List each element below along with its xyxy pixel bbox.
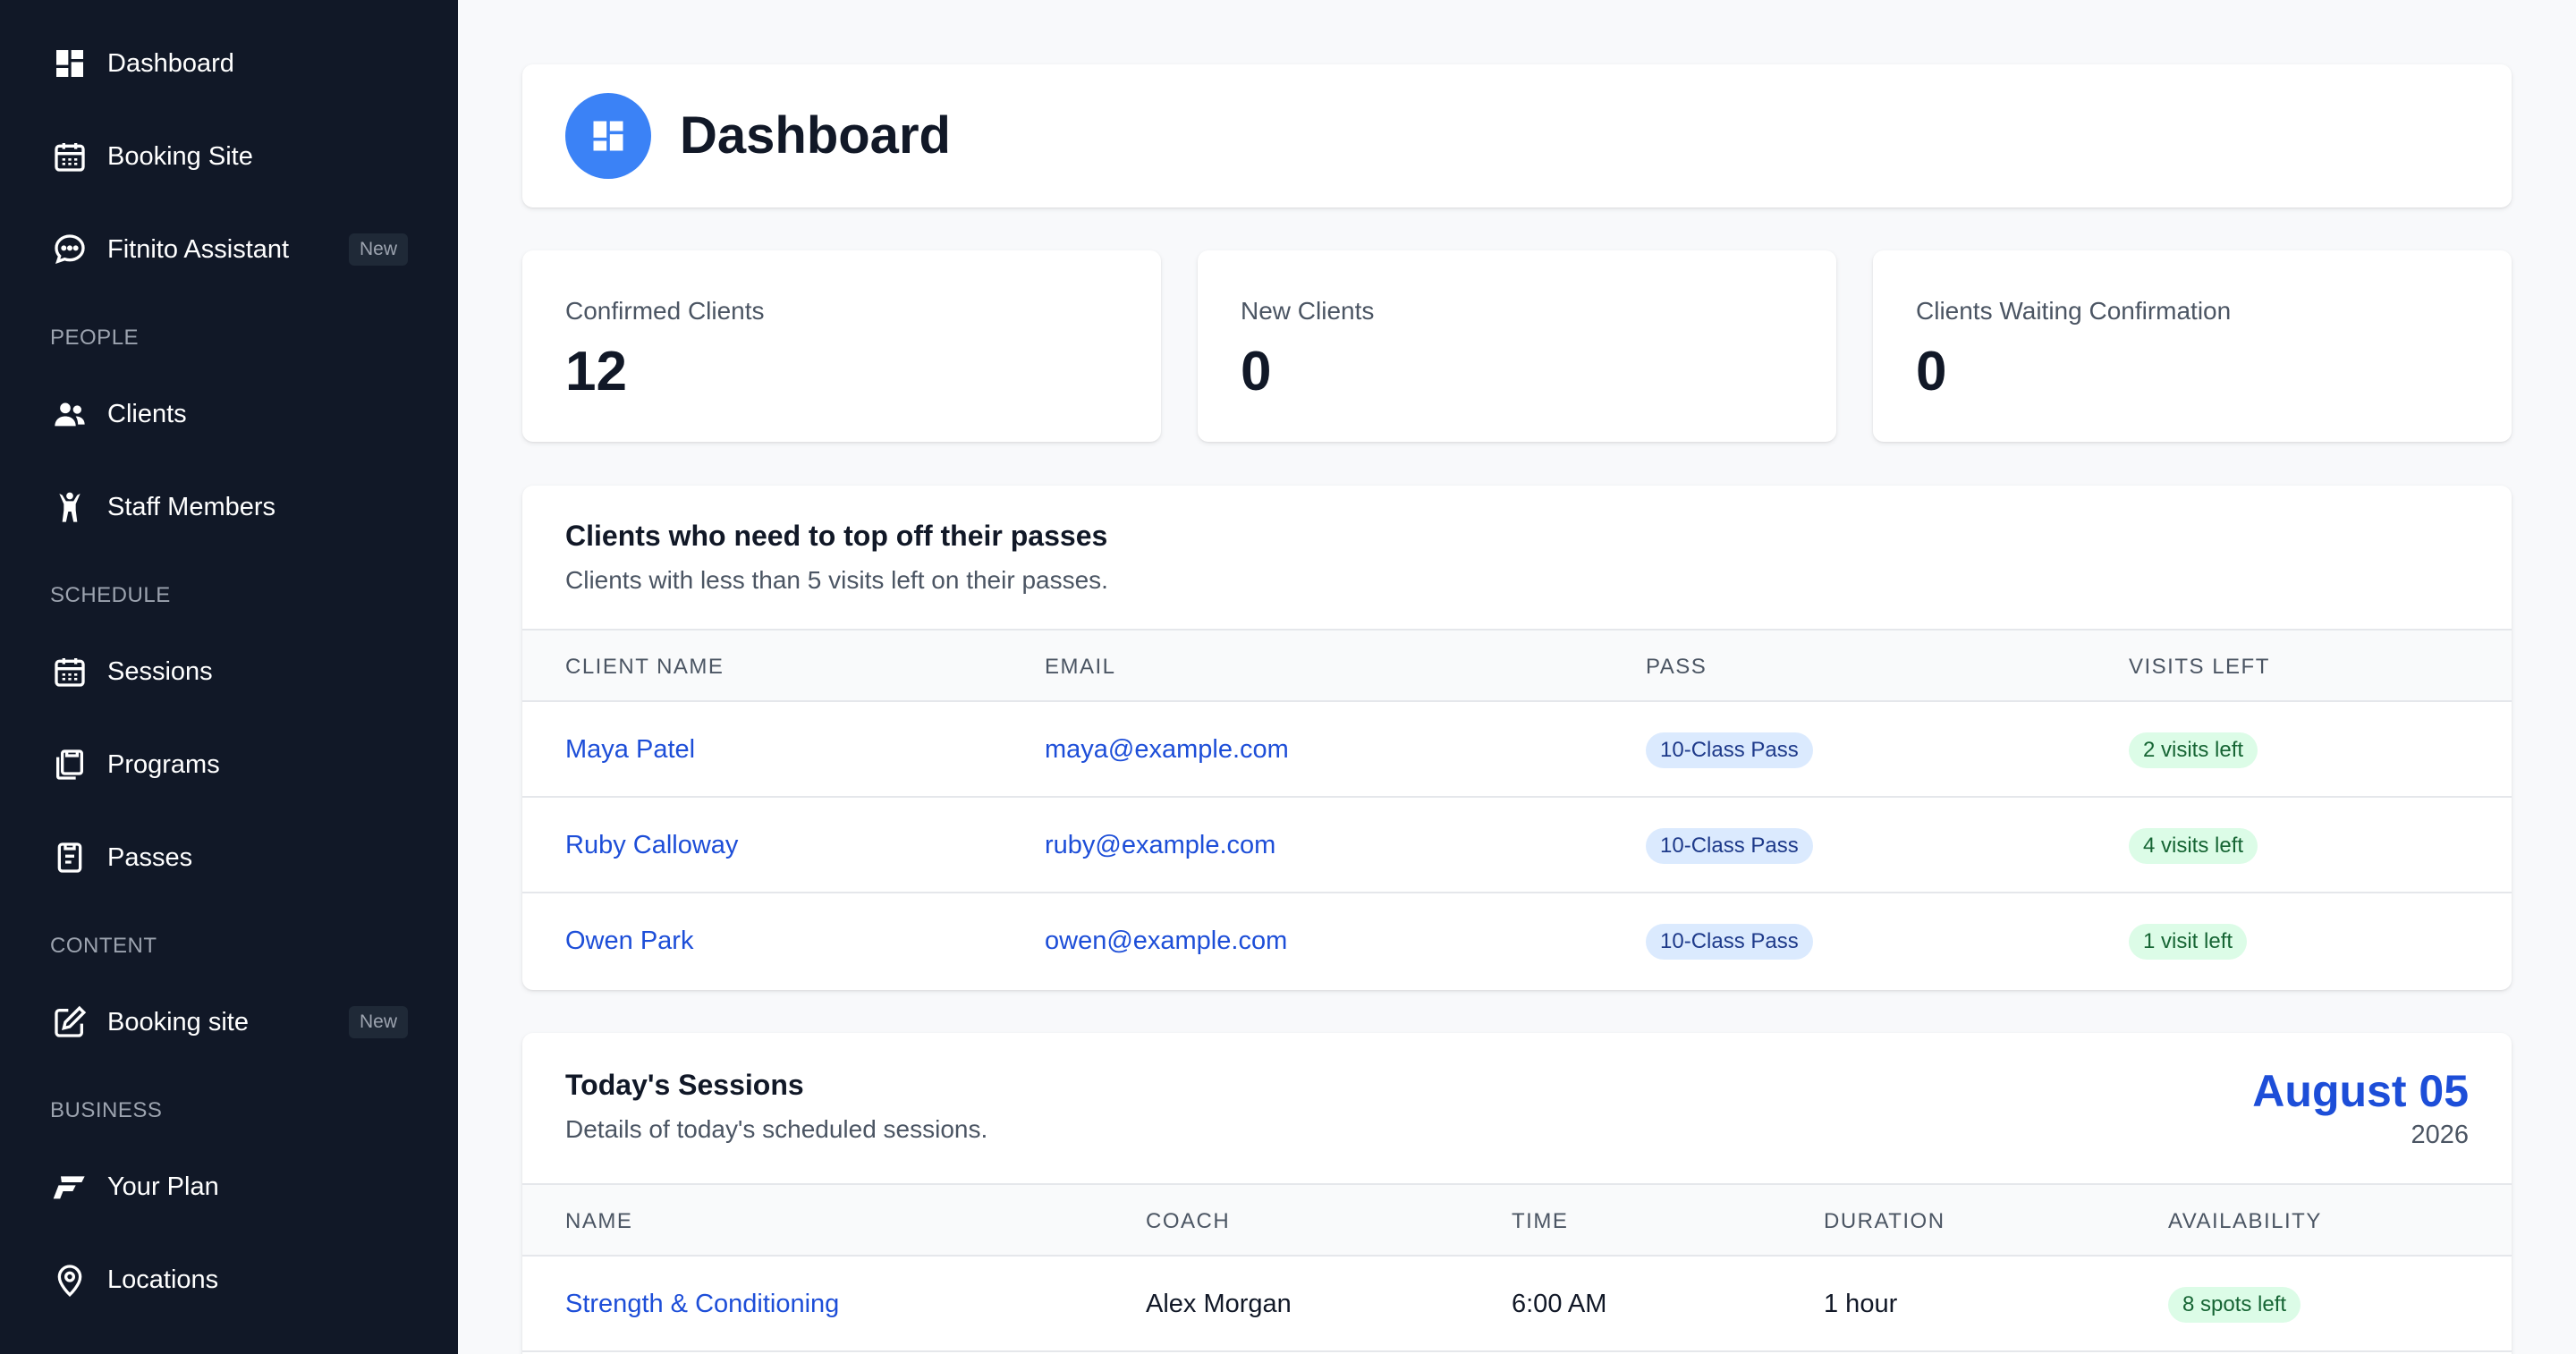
- page-title: Dashboard: [680, 106, 951, 165]
- stat-label: Clients Waiting Confirmation: [1916, 297, 2232, 325]
- edit-icon: [50, 1003, 89, 1042]
- pass-badge: 10-Class Pass: [1646, 827, 1813, 864]
- session-time: 6:00 AM: [1512, 1290, 1607, 1318]
- session-duration: 1 hour: [1824, 1290, 1898, 1318]
- pass-icon: [50, 838, 89, 877]
- session-name-link[interactable]: Strength & Conditioning: [565, 1290, 839, 1319]
- calendar-icon: [50, 137, 89, 176]
- sidebar-item-label: Sessions: [107, 656, 213, 686]
- client-email-link[interactable]: owen@example.com: [1045, 927, 1287, 956]
- sidebar-item-label: Passes: [107, 842, 193, 872]
- section-label-content: CONTENT: [50, 934, 157, 958]
- sidebar-item-fitnito-assistant[interactable]: Fitnito Assistant New: [0, 223, 458, 276]
- section-subtitle: Details of today's scheduled sessions.: [565, 1115, 988, 1143]
- sidebar-item-clients[interactable]: Clients: [0, 387, 458, 441]
- person-icon: [50, 487, 89, 527]
- sidebar-item-dashboard[interactable]: Dashboard: [0, 37, 458, 90]
- sidebar-item-label: Dashboard: [107, 48, 234, 78]
- sidebar-item-your-plan[interactable]: Your Plan: [0, 1160, 458, 1214]
- client-email-link[interactable]: ruby@example.com: [1045, 831, 1275, 860]
- stat-card-new-clients: New Clients 0: [1198, 250, 1836, 442]
- sidebar-item-sessions[interactable]: Sessions: [0, 645, 458, 698]
- table-row: Maya Patel maya@example.com 10-Class Pas…: [522, 702, 2512, 798]
- section-label-people: PEOPLE: [50, 326, 140, 350]
- dashboard-icon: [565, 93, 651, 179]
- sidebar-item-booking-site-content[interactable]: Booking site New: [0, 995, 458, 1049]
- column-header-email[interactable]: EMAIL: [1045, 630, 1116, 704]
- column-header-visits-left[interactable]: VISITS LEFT: [2129, 630, 2270, 704]
- stat-value: 0: [1241, 341, 1272, 402]
- stat-card-confirmed-clients: Confirmed Clients 12: [522, 250, 1161, 442]
- topoff-passes-section: Clients who need to top off their passes…: [522, 486, 2512, 990]
- session-year: 2026: [2411, 1121, 2469, 1149]
- table-row: Owen Park owen@example.com 10-Class Pass…: [522, 893, 2512, 989]
- section-label-business: BUSINESS: [50, 1098, 163, 1122]
- visits-left-badge: 1 visit left: [2129, 923, 2248, 960]
- sidebar-item-locations[interactable]: Locations: [0, 1253, 458, 1307]
- stat-value: 0: [1916, 341, 1947, 402]
- visits-left-badge: 2 visits left: [2129, 732, 2258, 768]
- pass-badge: 10-Class Pass: [1646, 732, 1813, 768]
- section-label-schedule: SCHEDULE: [50, 583, 171, 607]
- calendar-icon: [50, 652, 89, 691]
- column-header-name[interactable]: NAME: [565, 1185, 632, 1258]
- visits-left-badge: 4 visits left: [2129, 827, 2258, 864]
- table-header: CLIENT NAME EMAIL PASS VISITS LEFT: [522, 629, 2512, 702]
- table-header: NAME COACH TIME DURATION AVAILABILITY: [522, 1183, 2512, 1257]
- pass-badge: 10-Class Pass: [1646, 923, 1813, 960]
- sidebar-item-programs[interactable]: Programs: [0, 738, 458, 791]
- sidebar-item-staff-members[interactable]: Staff Members: [0, 480, 458, 534]
- sidebar-item-booking-site[interactable]: Booking Site: [0, 130, 458, 183]
- stat-label: Confirmed Clients: [565, 297, 765, 325]
- session-coach: Alex Morgan: [1146, 1290, 1292, 1318]
- column-header-pass[interactable]: PASS: [1646, 630, 1707, 704]
- column-header-coach[interactable]: COACH: [1146, 1185, 1230, 1258]
- dashboard-icon: [50, 44, 89, 83]
- sidebar-item-label: Programs: [107, 749, 220, 779]
- availability-badge: 8 spots left: [2168, 1286, 2301, 1323]
- table-row: Ruby Calloway ruby@example.com 10-Class …: [522, 798, 2512, 893]
- column-header-client-name[interactable]: CLIENT NAME: [565, 630, 724, 704]
- sidebar-item-label: Clients: [107, 399, 187, 428]
- sidebar-item-label: Staff Members: [107, 492, 276, 521]
- new-badge: New: [348, 233, 408, 266]
- page-header: Dashboard: [522, 64, 2512, 207]
- section-title: Clients who need to top off their passes: [565, 520, 1108, 552]
- chat-icon: [50, 230, 89, 269]
- client-email-link[interactable]: maya@example.com: [1045, 735, 1289, 765]
- sidebar-item-label: Your Plan: [107, 1172, 219, 1201]
- sidebar: Dashboard Booking Site Fitnito Assistant…: [0, 0, 458, 1354]
- client-name-link[interactable]: Maya Patel: [565, 735, 695, 765]
- column-header-duration[interactable]: DURATION: [1824, 1185, 1945, 1258]
- section-title: Today's Sessions: [565, 1069, 804, 1101]
- plan-logo-icon: [50, 1167, 89, 1206]
- stat-value: 12: [565, 341, 627, 402]
- client-name-link[interactable]: Ruby Calloway: [565, 831, 738, 860]
- clipboard-icon: [50, 745, 89, 784]
- column-header-availability[interactable]: AVAILABILITY: [2168, 1185, 2322, 1258]
- sidebar-item-label: Locations: [107, 1265, 219, 1294]
- client-name-link[interactable]: Owen Park: [565, 927, 693, 956]
- column-header-time[interactable]: TIME: [1512, 1185, 1568, 1258]
- sidebar-item-passes[interactable]: Passes: [0, 831, 458, 884]
- sidebar-item-label: Booking Site: [107, 141, 253, 171]
- stat-card-clients-waiting: Clients Waiting Confirmation 0: [1873, 250, 2512, 442]
- stat-label: New Clients: [1241, 297, 1375, 325]
- sidebar-item-label: Fitnito Assistant: [107, 234, 290, 264]
- session-date: August 05: [2252, 1066, 2469, 1116]
- todays-sessions-section: Today's Sessions Details of today's sche…: [522, 1033, 2512, 1354]
- users-icon: [50, 394, 89, 434]
- new-badge: New: [348, 1006, 408, 1038]
- sidebar-item-label: Booking site: [107, 1007, 249, 1037]
- table-row: Strength & Conditioning Alex Morgan 6:00…: [522, 1257, 2512, 1352]
- section-subtitle: Clients with less than 5 visits left on …: [565, 566, 1108, 594]
- map-pin-icon: [50, 1260, 89, 1299]
